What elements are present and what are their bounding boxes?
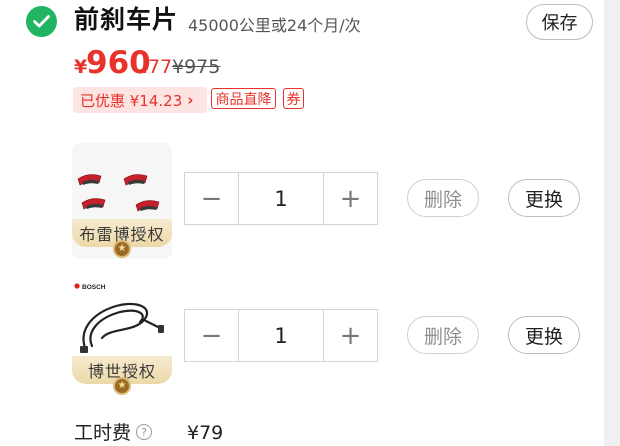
replace-button[interactable]: 更换 bbox=[508, 316, 580, 354]
minus-button[interactable]: − bbox=[185, 173, 238, 224]
side-panel-edge bbox=[604, 0, 620, 446]
replace-button[interactable]: 更换 bbox=[508, 179, 580, 217]
brake-pads-image bbox=[77, 174, 160, 212]
medal-star-icon: ★ bbox=[113, 377, 131, 395]
quantity-value[interactable]: 1 bbox=[238, 173, 324, 224]
service-title: 前刹车片 bbox=[74, 5, 179, 34]
discount-label: 已优惠 ¥14.23 bbox=[80, 91, 183, 110]
medal-star-icon: ★ bbox=[113, 240, 131, 258]
original-price: ¥975 bbox=[172, 56, 221, 78]
quantity-stepper: − 1 + bbox=[184, 172, 378, 225]
save-button[interactable]: 保存 bbox=[526, 4, 593, 40]
quantity-stepper: − 1 + bbox=[184, 309, 378, 362]
plus-button[interactable]: + bbox=[324, 310, 377, 361]
price-integer: 960 bbox=[86, 45, 151, 81]
minus-button[interactable]: − bbox=[185, 310, 238, 361]
discount-details-link[interactable]: 已优惠 ¥14.23 › bbox=[73, 87, 207, 113]
quantity-value[interactable]: 1 bbox=[238, 310, 324, 361]
plus-button[interactable]: + bbox=[324, 173, 377, 224]
service-interval: 45000公里或24个月/次 bbox=[188, 16, 361, 35]
labor-fee-label: 工时费 bbox=[74, 422, 132, 444]
labor-fee-price: ¥79 bbox=[187, 422, 224, 444]
delete-button[interactable]: 删除 bbox=[407, 316, 479, 354]
brand-logo: BOSCH bbox=[82, 284, 106, 291]
help-icon[interactable]: ? bbox=[136, 424, 152, 440]
delete-button[interactable]: 删除 bbox=[407, 179, 479, 217]
product-thumbnail[interactable]: BOSCH 博世授权 ★ bbox=[72, 280, 172, 396]
chevron-right-icon: › bbox=[187, 91, 194, 109]
price-decimal: .77 bbox=[142, 56, 173, 78]
selected-check-icon[interactable] bbox=[26, 6, 57, 37]
wear-sensor-image: BOSCH bbox=[74, 283, 164, 353]
coupon-tag: 券 bbox=[283, 88, 304, 109]
direct-discount-tag: 商品直降 bbox=[211, 88, 276, 109]
product-thumbnail[interactable]: 布雷博授权 ★ bbox=[72, 143, 172, 259]
